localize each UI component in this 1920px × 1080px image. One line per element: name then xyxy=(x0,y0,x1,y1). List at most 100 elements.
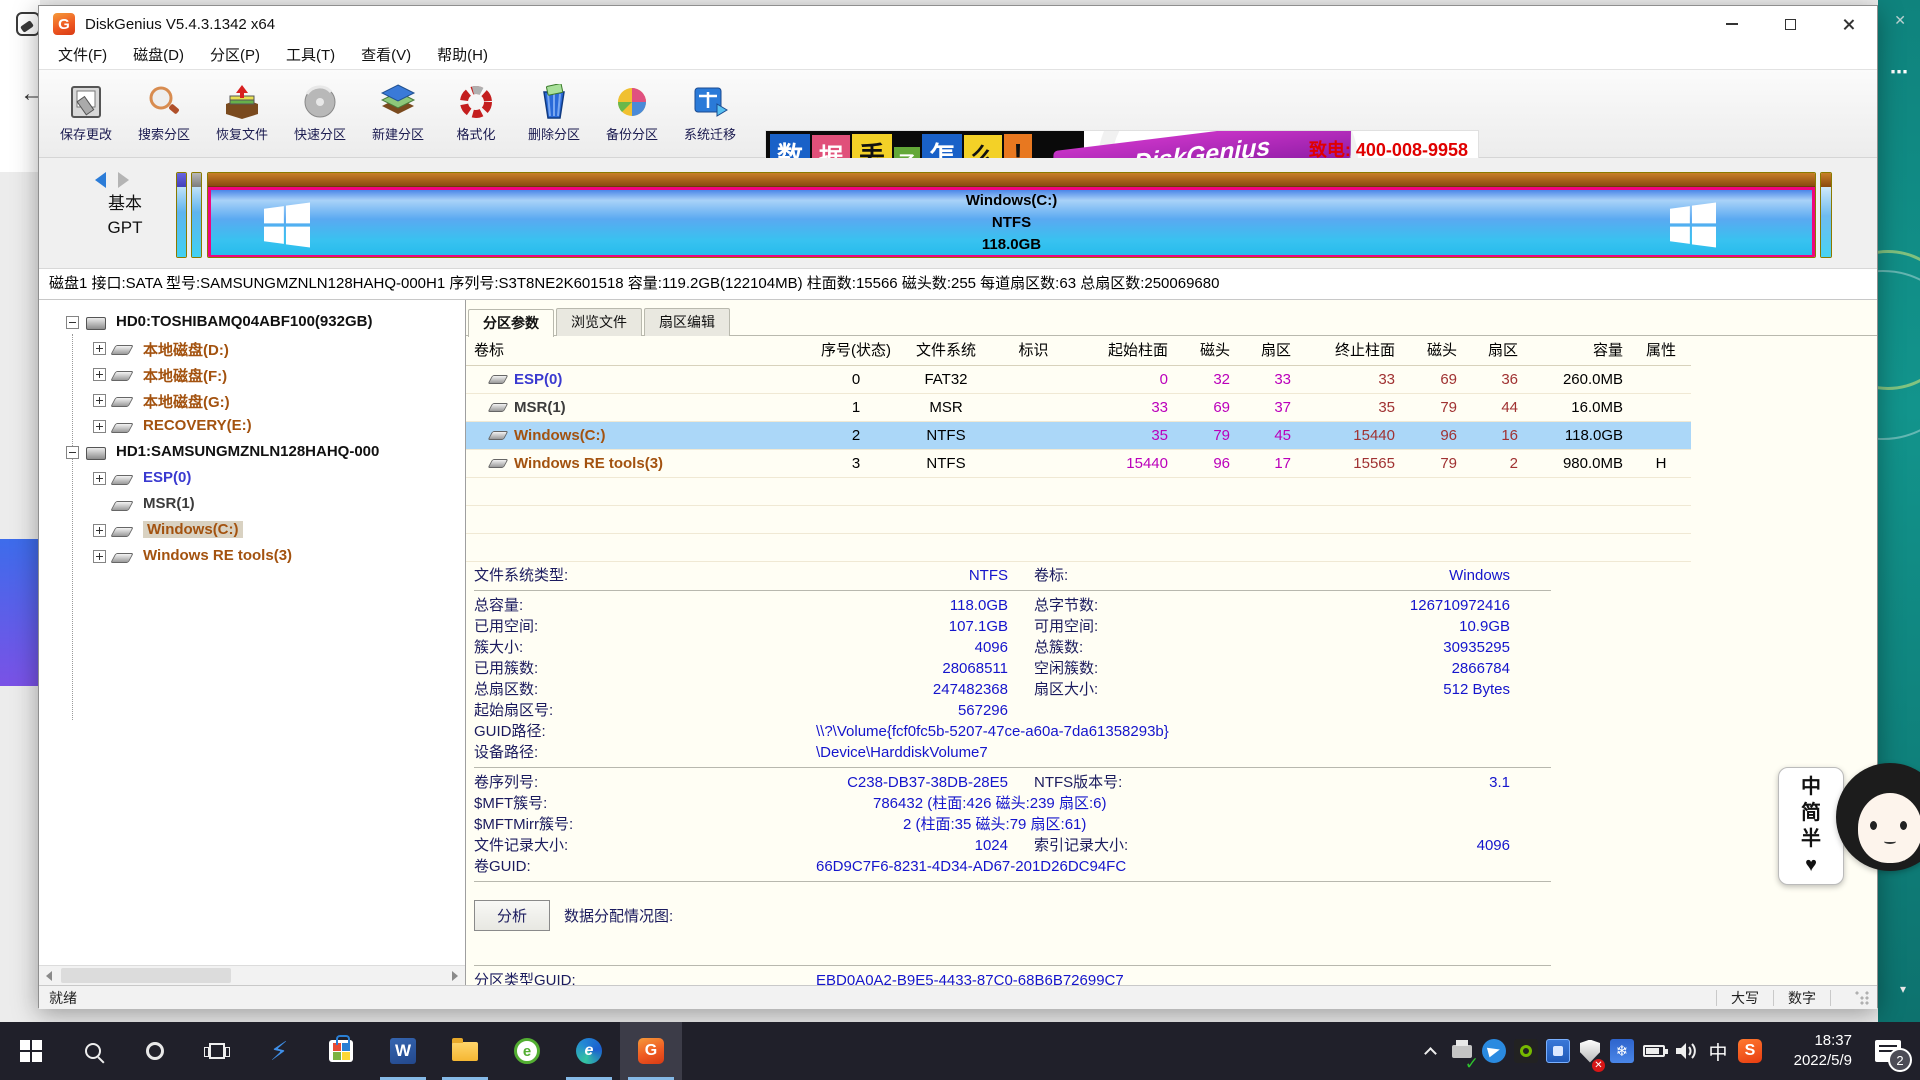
table-row-msr[interactable]: MSR(1) 1 MSR 33 69 37 35 79 44 16.0MB xyxy=(466,394,1691,422)
tree-item-winre-tools[interactable]: Windows RE tools(3) xyxy=(39,544,465,570)
col-header[interactable]: 文件系统 xyxy=(891,336,1001,365)
col-header[interactable]: 卷标 xyxy=(466,336,821,365)
tray-sogou[interactable]: S xyxy=(1734,1022,1766,1080)
tree-item-recovery-e[interactable]: RECOVERY(E:) xyxy=(39,414,465,440)
tray-nvidia[interactable] xyxy=(1510,1022,1542,1080)
partition-bar-windows-c[interactable]: Windows(C:) NTFS 118.0GB xyxy=(207,172,1816,258)
menu-file[interactable]: 文件(F) xyxy=(45,42,120,70)
tree-item-local-f[interactable]: 本地磁盘(F:) xyxy=(39,362,465,388)
tray-volume[interactable] xyxy=(1670,1022,1702,1080)
more-options-icon[interactable]: ⋯ xyxy=(1890,62,1908,83)
close-button[interactable] xyxy=(1819,6,1877,42)
taskbar-app-360browser[interactable]: e xyxy=(496,1022,558,1080)
expand-toggle-icon[interactable] xyxy=(93,550,106,563)
tree-item-hd0[interactable]: HD0:TOSHIBAMQ04ABF100(932GB) xyxy=(39,310,465,336)
mouth-icon xyxy=(1884,839,1896,844)
taskbar-app-diskgenius[interactable]: G xyxy=(620,1022,682,1080)
table-row-esp[interactable]: ESP(0) 0 FAT32 0 32 33 33 69 36 260.0MB xyxy=(466,366,1691,394)
tray-driver-tool[interactable]: ❄ xyxy=(1606,1022,1638,1080)
tray-battery[interactable] xyxy=(1638,1022,1670,1080)
analyze-button[interactable]: 分析 xyxy=(474,900,550,931)
table-row-windows-c-selected[interactable]: Windows(C:) 2 NTFS 35 79 45 15440 96 16 … xyxy=(466,422,1691,450)
tree-item-msr[interactable]: MSR(1) xyxy=(39,492,465,518)
tray-defender[interactable]: ✕ xyxy=(1574,1022,1606,1080)
scroll-down-icon[interactable]: ▾ xyxy=(1900,982,1906,996)
col-header[interactable]: 扇区 xyxy=(1238,336,1299,365)
collapse-toggle-icon[interactable] xyxy=(66,446,79,459)
scrollbar-right-arrow[interactable] xyxy=(445,966,465,985)
system-migrate-button[interactable]: 系统迁移 xyxy=(671,70,749,156)
expand-toggle-icon[interactable] xyxy=(93,524,106,537)
menu-disk[interactable]: 磁盘(D) xyxy=(120,42,197,70)
expand-toggle-icon[interactable] xyxy=(93,368,106,381)
scrollbar-left-arrow[interactable] xyxy=(39,966,59,985)
background-app-icon[interactable] xyxy=(16,12,40,36)
tree-horizontal-scrollbar[interactable] xyxy=(39,965,465,985)
collapse-toggle-icon[interactable] xyxy=(66,316,79,329)
tree-item-hd1[interactable]: HD1:SAMSUNGMZNLN128HAHQ-000 xyxy=(39,440,465,466)
scrollbar-thumb[interactable] xyxy=(61,968,231,983)
taskbar-app-store[interactable] xyxy=(310,1022,372,1080)
tree-item-local-g[interactable]: 本地磁盘(G:) xyxy=(39,388,465,414)
col-header[interactable]: 标识 xyxy=(1001,336,1066,365)
menu-partition[interactable]: 分区(P) xyxy=(197,42,273,70)
taskbar-clock[interactable]: 18:37 2022/5/9 xyxy=(1766,1031,1856,1071)
scroll-right-icon[interactable] xyxy=(118,172,129,188)
resize-grip[interactable] xyxy=(1855,991,1869,1005)
tray-ime-indicator[interactable]: 中 xyxy=(1702,1022,1734,1080)
word-icon: W xyxy=(390,1038,416,1064)
col-header[interactable]: 序号(状态) xyxy=(821,336,891,365)
col-header[interactable]: 磁头 xyxy=(1403,336,1465,365)
partition-strip-winre[interactable] xyxy=(1820,172,1832,258)
format-button[interactable]: 格式化 xyxy=(437,70,515,156)
partition-strip-msr[interactable] xyxy=(191,172,202,258)
col-header[interactable]: 磁头 xyxy=(1176,336,1238,365)
expand-toggle-icon[interactable] xyxy=(93,472,106,485)
start-button[interactable] xyxy=(0,1022,62,1080)
background-close-icon[interactable]: ✕ xyxy=(1894,12,1906,29)
tree-item-esp[interactable]: ESP(0) xyxy=(39,466,465,492)
new-partition-button[interactable]: 新建分区 xyxy=(359,70,437,156)
tab-partition-params[interactable]: 分区参数 xyxy=(468,309,554,337)
col-header[interactable]: 容量 xyxy=(1526,336,1631,365)
expand-toggle-icon[interactable] xyxy=(93,342,106,355)
col-header[interactable]: 终止柱面 xyxy=(1299,336,1403,365)
table-row-winre[interactable]: Windows RE tools(3) 3 NTFS 15440 96 17 1… xyxy=(466,450,1691,478)
detail-value: 66D9C7F6-8231-4D34-AD67-201D26DC94FC xyxy=(656,856,1126,877)
backup-partition-button[interactable]: 备份分区 xyxy=(593,70,671,156)
tab-browse-files[interactable]: 浏览文件 xyxy=(556,308,642,336)
expand-toggle-icon[interactable] xyxy=(93,420,106,433)
delete-partition-button[interactable]: 删除分区 xyxy=(515,70,593,156)
task-view-button[interactable] xyxy=(186,1022,248,1080)
disk-header-strip xyxy=(208,173,1815,187)
tray-intel-graphics[interactable] xyxy=(1542,1022,1574,1080)
tray-cloud-app[interactable] xyxy=(1478,1022,1510,1080)
search-button[interactable] xyxy=(62,1022,124,1080)
tree-item-windows-c[interactable]: Windows(C:) xyxy=(39,518,465,544)
menu-view[interactable]: 查看(V) xyxy=(348,42,424,70)
scroll-left-icon[interactable] xyxy=(95,172,106,188)
tree-item-local-d[interactable]: 本地磁盘(D:) xyxy=(39,336,465,362)
quick-partition-button[interactable]: 快速分区 xyxy=(281,70,359,156)
notification-center-button[interactable]: 2 xyxy=(1856,1022,1920,1080)
tab-sector-edit[interactable]: 扇区编辑 xyxy=(644,308,730,336)
cortana-button[interactable] xyxy=(124,1022,186,1080)
expand-toggle-icon[interactable] xyxy=(93,394,106,407)
save-changes-button[interactable]: 保存更改 xyxy=(47,70,125,156)
recover-files-button[interactable]: 恢复文件 xyxy=(203,70,281,156)
taskbar-app-word[interactable]: W xyxy=(372,1022,434,1080)
taskbar-app-edge[interactable]: e xyxy=(558,1022,620,1080)
col-header[interactable]: 扇区 xyxy=(1465,336,1526,365)
tray-printer[interactable]: ✓ xyxy=(1446,1022,1478,1080)
taskbar-app-thunder[interactable]: ⚡ xyxy=(248,1022,310,1080)
search-partition-button[interactable]: 搜索分区 xyxy=(125,70,203,156)
col-header[interactable]: 属性 xyxy=(1631,336,1691,365)
tray-expand-button[interactable] xyxy=(1414,1022,1446,1080)
minimize-button[interactable] xyxy=(1703,6,1761,42)
menu-tools[interactable]: 工具(T) xyxy=(273,42,348,70)
taskbar-app-explorer[interactable] xyxy=(434,1022,496,1080)
menu-help[interactable]: 帮助(H) xyxy=(424,42,501,70)
maximize-button[interactable] xyxy=(1761,6,1819,42)
col-header[interactable]: 起始柱面 xyxy=(1066,336,1176,365)
partition-strip-esp[interactable] xyxy=(176,172,187,258)
